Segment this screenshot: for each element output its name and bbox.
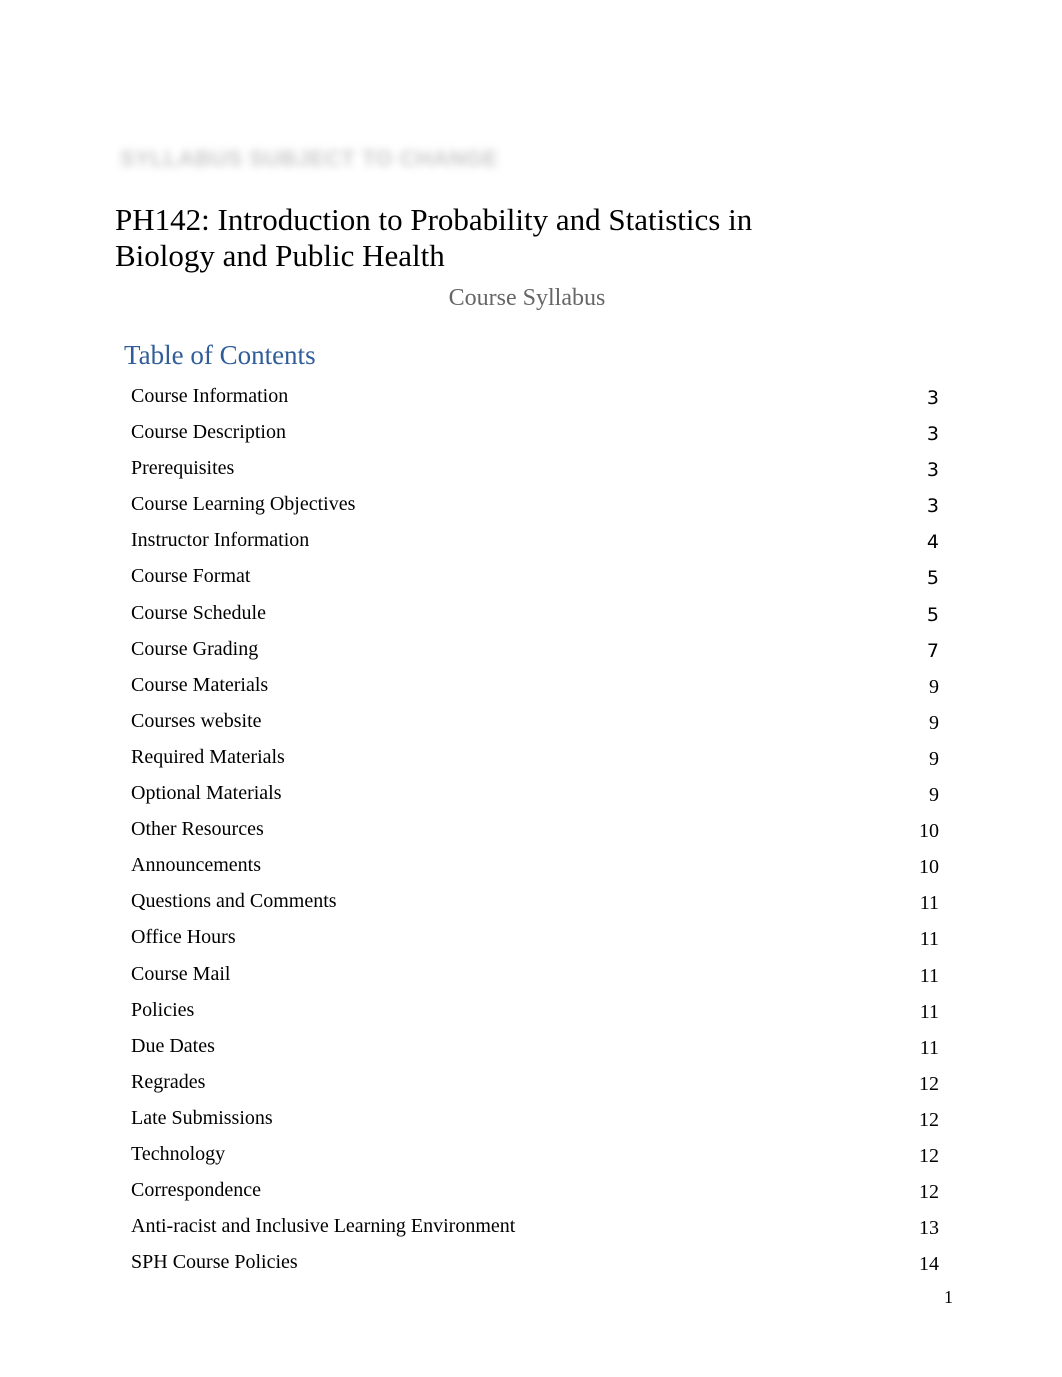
toc-entry-label[interactable]: Courses website (131, 707, 262, 735)
toc-entry-page-number[interactable]: 3 (927, 420, 939, 448)
toc-entry-page-number[interactable]: 5 (927, 564, 939, 592)
toc-entry-label[interactable]: Optional Materials (131, 779, 282, 807)
toc-entry-label[interactable]: Course Mail (131, 960, 230, 988)
document-subtitle: Course Syllabus (448, 285, 606, 311)
toc-entry[interactable]: Course Learning Objectives 3 (131, 490, 939, 526)
toc-entry-page-number[interactable]: 11 (920, 889, 939, 917)
toc-entry-page-number[interactable]: 11 (920, 962, 939, 990)
toc-entry-label[interactable]: Late Submissions (131, 1104, 273, 1132)
toc-entry-label[interactable]: Anti-racist and Inclusive Learning Envir… (131, 1212, 515, 1240)
toc-entry-label[interactable]: Course Description (131, 418, 286, 446)
toc-entry-page-number[interactable]: 11 (920, 1034, 939, 1062)
toc-entry-label[interactable]: Course Grading (131, 635, 258, 663)
toc-entry[interactable]: Technology 12 (131, 1140, 939, 1176)
toc-entry-page-number[interactable]: 14 (919, 1250, 939, 1278)
toc-entry[interactable]: Optional Materials 9 (131, 779, 939, 815)
toc-entry[interactable]: Correspondence 12 (131, 1176, 939, 1212)
toc-entry-page-number[interactable]: 10 (919, 817, 939, 845)
toc-entry-label[interactable]: Required Materials (131, 743, 285, 771)
toc-entry-label[interactable]: Course Format (131, 562, 250, 590)
toc-entry[interactable]: Announcements 10 (131, 851, 939, 887)
toc-entry[interactable]: Regrades 12 (131, 1068, 939, 1104)
toc-entry-page-number[interactable]: 9 (929, 709, 939, 737)
toc-entry-page-number[interactable]: 4 (927, 528, 939, 556)
document-title: PH142: Introduction to Probability and S… (115, 202, 753, 273)
toc-entry[interactable]: Due Dates 11 (131, 1032, 939, 1068)
toc-entry-page-number[interactable]: 3 (927, 492, 939, 520)
toc-entry[interactable]: Course Schedule 5 (131, 599, 939, 635)
page-number: 1 (944, 1287, 953, 1307)
toc-entry[interactable]: Anti-racist and Inclusive Learning Envir… (131, 1212, 939, 1248)
toc-entry-label[interactable]: Course Schedule (131, 599, 266, 627)
toc-entry-label[interactable]: Course Information (131, 382, 288, 410)
toc-entry-label[interactable]: Technology (131, 1140, 225, 1168)
toc-entry[interactable]: Course Format 5 (131, 562, 939, 598)
toc-entry[interactable]: Policies 11 (131, 996, 939, 1032)
toc-entry-label[interactable]: Policies (131, 996, 194, 1024)
toc-entry[interactable]: Course Information 3 (131, 382, 939, 418)
toc-entry-page-number[interactable]: 10 (919, 853, 939, 881)
table-of-contents: Course Information 3 Course Description 3 Pr… (131, 382, 939, 1284)
toc-entry-label[interactable]: SPH Course Policies (131, 1248, 298, 1276)
toc-entry-label[interactable]: Course Learning Objectives (131, 490, 355, 518)
toc-entry-label[interactable]: Correspondence (131, 1176, 261, 1204)
toc-entry-page-number[interactable]: 7 (927, 637, 939, 665)
toc-entry-page-number[interactable]: 13 (919, 1214, 939, 1242)
toc-entry[interactable]: Questions and Comments 11 (131, 887, 939, 923)
toc-entry-label[interactable]: Prerequisites (131, 454, 234, 482)
toc-entry[interactable]: SPH Course Policies 14 (131, 1248, 939, 1284)
toc-entry-page-number[interactable]: 12 (919, 1142, 939, 1170)
toc-entry-page-number[interactable]: 12 (919, 1070, 939, 1098)
toc-entry[interactable]: Course Mail 11 (131, 960, 939, 996)
toc-entry-page-number[interactable]: 11 (920, 925, 939, 953)
toc-entry-page-number[interactable]: 3 (927, 384, 939, 412)
watermark-text: SYLLABUS SUBJECT TO CHANGE (120, 146, 499, 171)
toc-entry-label[interactable]: Due Dates (131, 1032, 215, 1060)
toc-entry[interactable]: Prerequisites 3 (131, 454, 939, 490)
toc-entry-page-number[interactable]: 9 (929, 745, 939, 773)
toc-entry-label[interactable]: Course Materials (131, 671, 268, 699)
toc-entry[interactable]: Other Resources 10 (131, 815, 939, 851)
toc-entry[interactable]: Course Grading 7 (131, 635, 939, 671)
toc-entry-page-number[interactable]: 9 (929, 781, 939, 809)
toc-entry-label[interactable]: Other Resources (131, 815, 264, 843)
toc-entry-page-number[interactable]: 9 (929, 673, 939, 701)
toc-entry-page-number[interactable]: 5 (927, 601, 939, 629)
toc-entry[interactable]: Required Materials 9 (131, 743, 939, 779)
toc-entry-page-number[interactable]: 12 (919, 1178, 939, 1206)
toc-entry-page-number[interactable]: 3 (927, 456, 939, 484)
toc-entry-page-number[interactable]: 11 (920, 998, 939, 1026)
toc-entry-label[interactable]: Questions and Comments (131, 887, 337, 915)
toc-entry[interactable]: Office Hours 11 (131, 923, 939, 959)
toc-entry-label[interactable]: Announcements (131, 851, 261, 879)
toc-entry-label[interactable]: Regrades (131, 1068, 205, 1096)
toc-entry[interactable]: Instructor Information 4 (131, 526, 939, 562)
toc-entry-label[interactable]: Office Hours (131, 923, 236, 951)
toc-entry[interactable]: Course Materials 9 (131, 671, 939, 707)
toc-entry[interactable]: Courses website 9 (131, 707, 939, 743)
toc-heading: Table of Contents (124, 340, 316, 370)
toc-entry[interactable]: Late Submissions 12 (131, 1104, 939, 1140)
toc-entry-page-number[interactable]: 12 (919, 1106, 939, 1134)
toc-entry-label[interactable]: Instructor Information (131, 526, 309, 554)
toc-entry[interactable]: Course Description 3 (131, 418, 939, 454)
